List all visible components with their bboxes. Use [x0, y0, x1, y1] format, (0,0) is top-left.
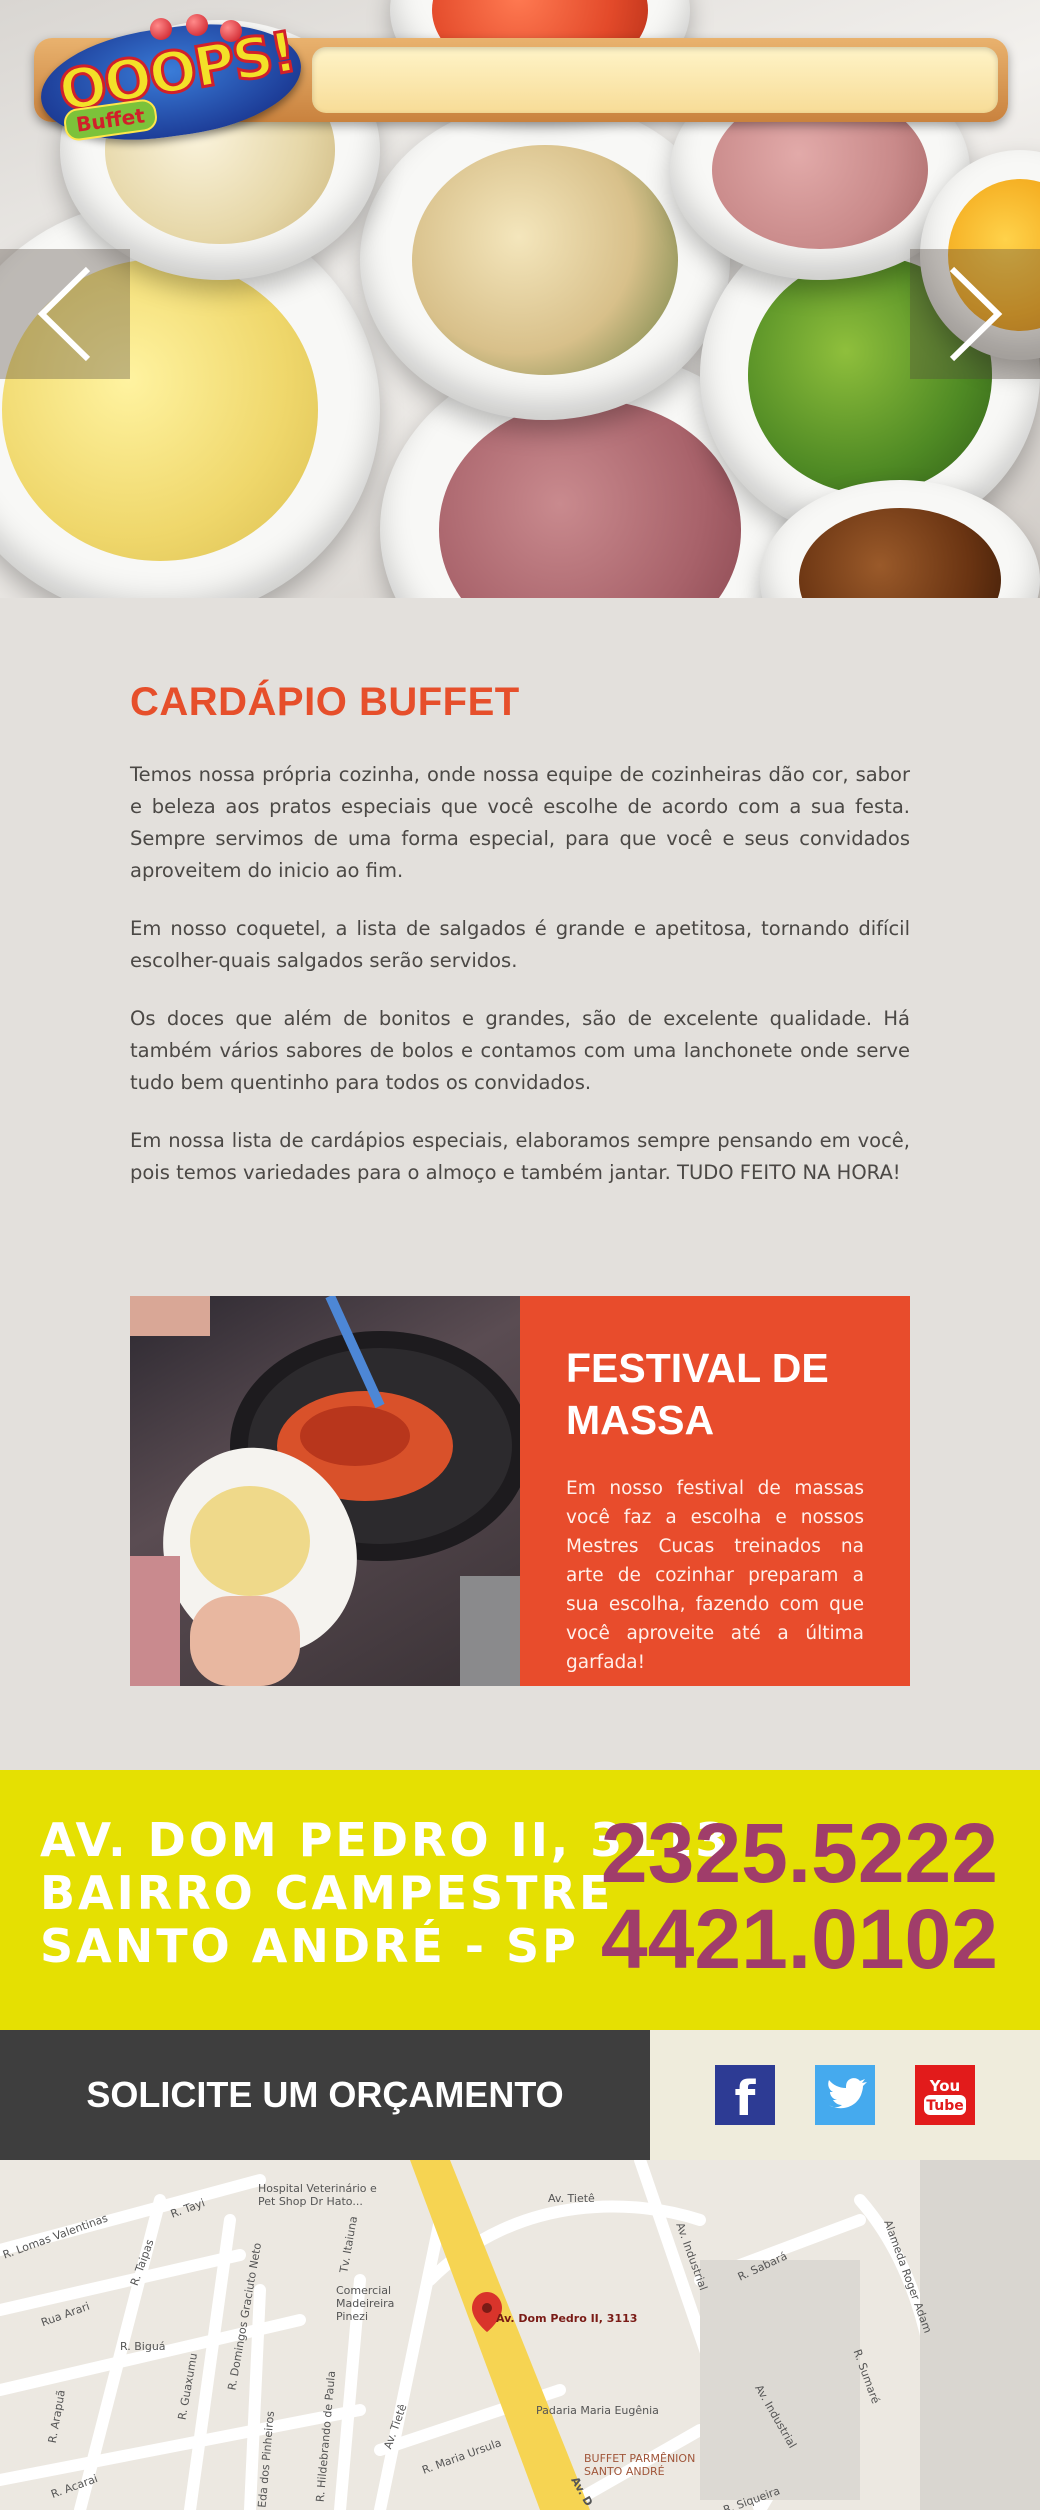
slider-next-button[interactable] — [910, 249, 1040, 379]
menu-paragraph: Os doces que além de bonitos e grandes, … — [130, 1007, 910, 1094]
food-image — [438, 400, 742, 598]
oops-buffet-logo[interactable]: OOOPS! Buffet — [33, 10, 309, 154]
pasta-photo — [130, 1296, 520, 1686]
nav-menu-area[interactable] — [312, 47, 998, 113]
phone-number[interactable]: 2325.5222 — [601, 1810, 998, 1896]
phone-block: 2325.5222 4421.0102 — [601, 1810, 998, 1982]
food-image — [411, 144, 679, 376]
map-pin-label: Av. Dom Pedro II, 3113 — [496, 2312, 638, 2325]
pasta-serving-image — [130, 1296, 520, 1686]
festival-title: FESTIVAL DE MASSA — [566, 1342, 864, 1446]
menu-paragraph: Temos nossa própria cozinha, onde nossa … — [130, 763, 910, 882]
festival-text: Em nosso festival de massas você faz a e… — [566, 1478, 864, 1673]
festival-de-massa-block: FESTIVAL DE MASSA Em nosso festival de m… — [130, 1296, 910, 1686]
menu-paragraph: Em nosso coquetel, a lista de salgados é… — [130, 917, 910, 972]
menu-title: CARDÁPIO BUFFET — [130, 680, 520, 724]
map-label: Padaria Maria Eugênia — [536, 2404, 659, 2417]
facebook-glyph: f — [735, 2071, 757, 2127]
request-quote-label: SOLICITE UM ORÇAMENTO — [86, 2074, 564, 2115]
festival-title-line1: FESTIVAL DE — [566, 1345, 829, 1391]
festival-title-line2: MASSA — [566, 1397, 715, 1443]
facebook-letter: f — [735, 2071, 757, 2125]
youtube-icon[interactable]: You Tube — [915, 2065, 975, 2125]
menu-section: CARDÁPIO BUFFET Temos nossa própria cozi… — [130, 680, 910, 1189]
map-streets — [0, 2160, 1040, 2510]
map-label: BUFFET PARMÊNION SANTO ANDRÉ — [584, 2452, 696, 2478]
chevron-left-icon — [37, 266, 91, 362]
map-label: Av. Tietê — [548, 2192, 595, 2205]
hero-slider: OOOPS! Buffet — [0, 0, 1040, 598]
social-links: f You Tube — [650, 2030, 1040, 2160]
menu-paragraph: Em nossa lista de cardápios especiais, e… — [130, 1129, 910, 1184]
twitter-bird-glyph — [828, 2078, 867, 2109]
map-label: Hospital Veterinário e Pet Shop Dr Hato.… — [258, 2182, 377, 2208]
request-quote-button[interactable]: SOLICITE UM ORÇAMENTO — [0, 2030, 650, 2160]
festival-card: FESTIVAL DE MASSA Em nosso festival de m… — [520, 1296, 910, 1686]
facebook-icon[interactable]: f — [715, 2065, 775, 2127]
youtube-glyph: You Tube — [924, 2077, 966, 2115]
contact-band: AV. DOM PEDRO II, 3113 BAIRRO CAMPESTRE … — [0, 1770, 1040, 2030]
map-label: R. Biguá — [120, 2340, 166, 2353]
food-image — [799, 508, 1001, 598]
youtube-you-text: You — [929, 2077, 960, 2095]
slider-prev-button[interactable] — [0, 249, 130, 379]
twitter-icon[interactable] — [815, 2065, 875, 2125]
location-map[interactable]: Hospital Veterinário e Pet Shop Dr Hato.… — [0, 2160, 1040, 2510]
logo-ball-icon — [150, 18, 172, 40]
map-label: Comercial Madeireira Pinezi — [336, 2284, 395, 2323]
youtube-tube-text: Tube — [926, 2098, 964, 2114]
chevron-right-icon — [949, 266, 1003, 362]
logo-ball-icon — [186, 14, 208, 36]
phone-number[interactable]: 4421.0102 — [601, 1896, 998, 1982]
